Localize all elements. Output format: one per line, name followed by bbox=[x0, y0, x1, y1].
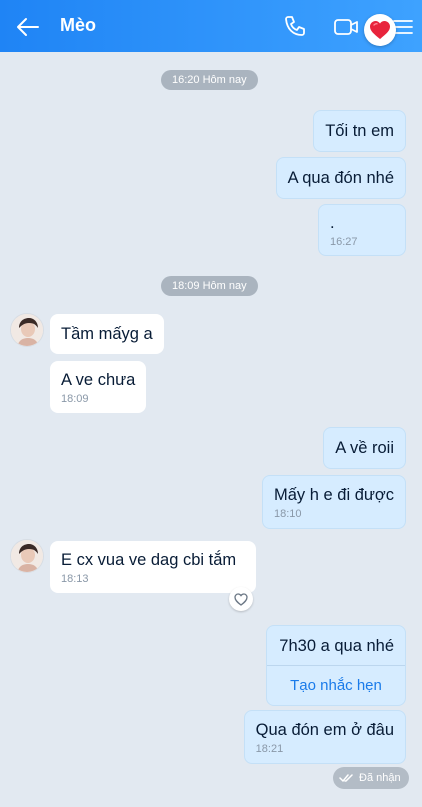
chat-header: Mèo bbox=[0, 0, 422, 52]
delivery-status-label: Đã nhận bbox=[359, 772, 401, 784]
double-check-icon bbox=[339, 774, 353, 782]
message-bubble-sent[interactable]: A về roii bbox=[323, 427, 406, 469]
message-text: Tối tn em bbox=[325, 122, 394, 140]
video-camera-icon[interactable] bbox=[332, 13, 360, 41]
message-bubble-received[interactable]: A ve chưa 18:09 bbox=[50, 361, 147, 413]
chat-title[interactable]: Mèo bbox=[60, 15, 96, 36]
delivery-status-badge: Đã nhận bbox=[333, 767, 409, 789]
message-text: A ve chưa bbox=[61, 371, 136, 389]
message-text: . bbox=[330, 214, 335, 232]
heart-outline-icon bbox=[234, 592, 248, 606]
message-text: A về roii bbox=[335, 439, 394, 457]
message-text: 7h30 a qua nhé bbox=[267, 626, 405, 666]
message-text: E cx vua ve dag cbi tắm bbox=[61, 551, 237, 569]
message-bubble-sent[interactable]: . 16:27 bbox=[318, 204, 406, 256]
avatar[interactable] bbox=[10, 313, 44, 347]
phone-icon[interactable] bbox=[281, 13, 309, 41]
contact-photo bbox=[11, 540, 43, 572]
message-time: 18:10 bbox=[274, 508, 302, 520]
message-time: 18:13 bbox=[61, 573, 89, 585]
heart-icon[interactable] bbox=[364, 14, 396, 46]
message-bubble-sent[interactable]: Tối tn em bbox=[313, 110, 406, 152]
message-time: 16:27 bbox=[330, 236, 358, 248]
time-separator: 16:20 Hôm nay bbox=[161, 70, 258, 90]
message-text: Tầm mấyg a bbox=[61, 325, 153, 343]
message-bubble-sent[interactable]: Qua đón em ở đâu 18:21 bbox=[243, 710, 406, 764]
reminder-message-card[interactable]: 7h30 a qua nhé Tạo nhắc hẹn bbox=[266, 625, 406, 706]
create-reminder-button[interactable]: Tạo nhắc hẹn bbox=[267, 666, 405, 705]
message-bubble-sent[interactable]: Mấy h e đi được 18:10 bbox=[262, 475, 406, 529]
time-separator: 18:09 Hôm nay bbox=[161, 276, 258, 296]
message-text: Qua đón em ở đâu bbox=[255, 721, 394, 739]
message-time: 18:09 bbox=[61, 393, 89, 405]
message-text: Mấy h e đi được bbox=[274, 486, 394, 504]
contact-photo bbox=[11, 314, 43, 346]
avatar[interactable] bbox=[10, 539, 44, 573]
message-text: A qua đón nhé bbox=[287, 169, 394, 187]
message-time: 18:21 bbox=[255, 743, 284, 755]
message-bubble-received[interactable]: Tầm mấyg a bbox=[50, 314, 164, 354]
message-bubble-received[interactable]: E cx vua ve dag cbi tắm 18:13 bbox=[50, 541, 256, 593]
arrow-left-icon[interactable] bbox=[14, 13, 42, 41]
reaction-button[interactable] bbox=[229, 587, 253, 611]
message-bubble-sent[interactable]: A qua đón nhé bbox=[275, 157, 406, 199]
